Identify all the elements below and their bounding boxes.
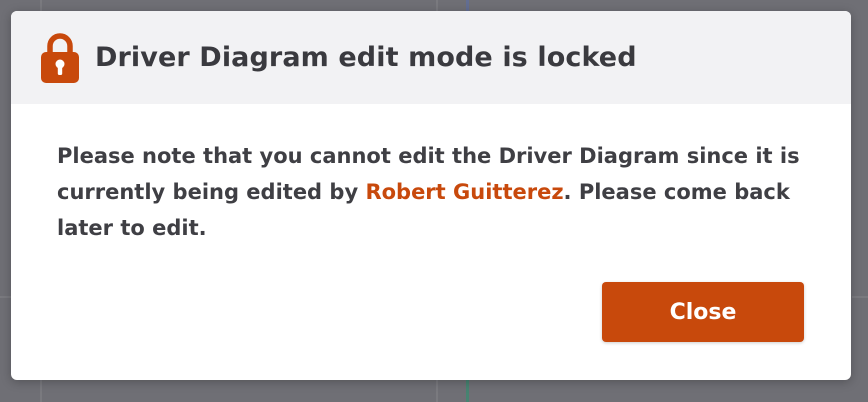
dialog-header: Driver Diagram edit mode is locked (11, 11, 851, 104)
dialog-title: Driver Diagram edit mode is locked (95, 42, 637, 73)
dialog-message: Please note that you cannot edit the Dri… (57, 138, 817, 246)
backdrop-line (466, 380, 469, 402)
close-button[interactable]: Close (602, 282, 804, 342)
edit-locked-dialog: Driver Diagram edit mode is locked Pleas… (11, 11, 851, 380)
dialog-body: Please note that you cannot edit the Dri… (11, 104, 851, 246)
locked-by-user: Robert Guitterez (365, 180, 564, 204)
lock-icon (39, 32, 81, 84)
backdrop-line (852, 296, 868, 298)
